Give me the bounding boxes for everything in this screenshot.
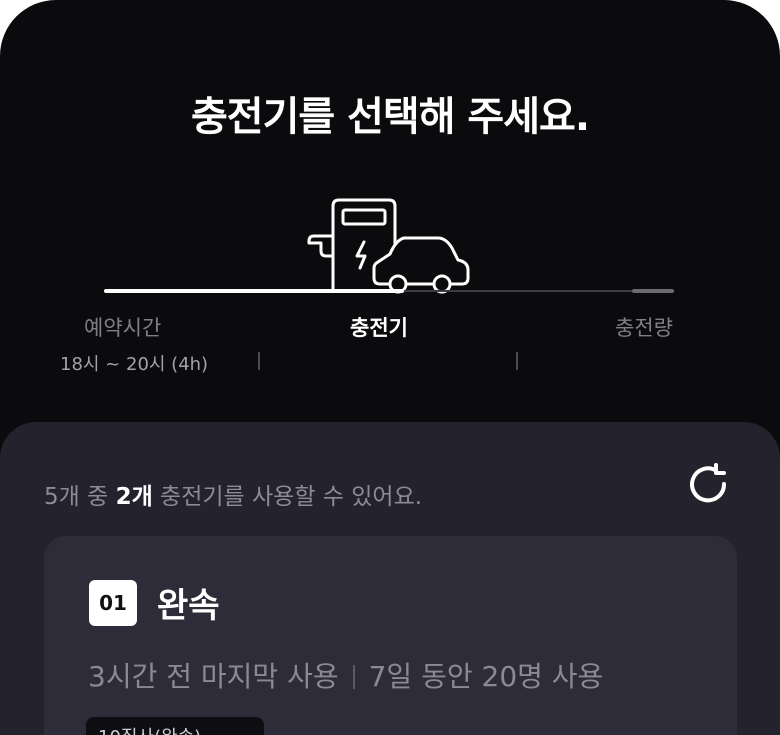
progress-track-completed (104, 289, 404, 293)
availability-count: 2개 (115, 484, 153, 510)
availability-prefix: 5개 중 (44, 484, 116, 510)
step-reservation-time-value: 18시 ~ 20시 (4h) (60, 354, 209, 375)
availability-text: 5개 중 2개 충전기를 사용할 수 있어요. (44, 477, 422, 511)
progress-track-end (632, 289, 674, 293)
step-reservation-time[interactable]: 예약시간 (84, 312, 161, 342)
availability-suffix: 충전기를 사용할 수 있어요. (152, 484, 423, 510)
charger-meta: 3시간 전 마지막 사용 7일 동안 20명 사용 (88, 655, 603, 695)
meta-divider (352, 665, 355, 689)
charger-car-icon (307, 198, 470, 294)
step-divider (516, 352, 518, 370)
charger-card[interactable] (44, 536, 737, 735)
charger-usage: 7일 동안 20명 사용 (368, 660, 604, 693)
charger-last-used: 3시간 전 마지막 사용 (88, 660, 339, 693)
charger-tag: 10집사(완속) (86, 717, 264, 735)
step-charge-amount[interactable]: 충전량 (615, 312, 673, 342)
step-charger[interactable]: 충전기 (350, 312, 408, 342)
charger-number-badge: 01 (89, 580, 137, 626)
page-title: 충전기를 선택해 주세요. (190, 94, 590, 140)
screen: 충전기를 선택해 주세요. 예약시간 충전기 충전량 18시 ~ 20시 (4h… (0, 0, 780, 735)
step-divider (258, 352, 260, 370)
refresh-icon[interactable] (686, 462, 732, 508)
charger-type: 완속 (157, 586, 220, 626)
